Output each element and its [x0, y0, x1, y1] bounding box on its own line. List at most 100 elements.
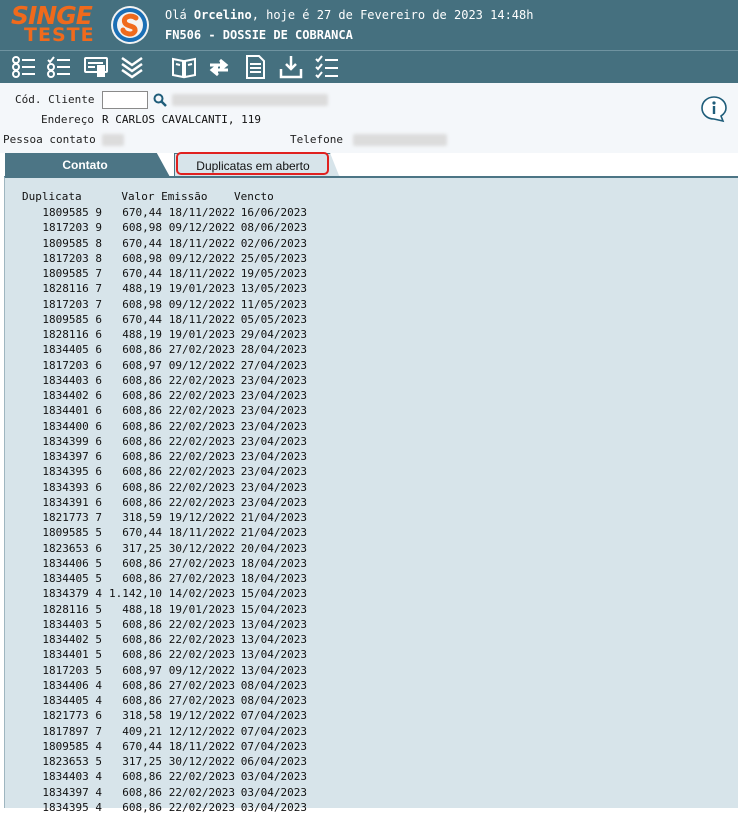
cell-duplicata: 1834400 6	[42, 419, 102, 433]
table-row[interactable]: 1834395 4 608,86 22/02/2023 03/04/2023	[22, 800, 307, 815]
tab-contato[interactable]: Contato	[5, 153, 170, 177]
book-icon[interactable]	[170, 53, 198, 81]
cell-vencto: 15/04/2023	[240, 587, 307, 601]
table-row[interactable]: 1834406 4 608,86 27/02/2023 08/04/2023	[22, 678, 307, 693]
table-row[interactable]: 1834401 5 608,86 22/02/2023 13/04/2023	[22, 647, 307, 662]
table-row[interactable]: 1834403 6 608,86 22/02/2023 23/04/2023	[22, 373, 307, 388]
cell-duplicata: 1834393 6	[42, 480, 102, 494]
table-row[interactable]: 1834405 4 608,86 27/02/2023 08/04/2023	[22, 693, 307, 708]
cell-valor: 488,18	[122, 602, 162, 616]
cell-valor: 608,86	[122, 419, 162, 433]
cell-valor: 318,59	[122, 511, 162, 524]
table-row[interactable]: 1817203 8 608,98 09/12/2022 25/05/2023	[22, 251, 307, 266]
table-row[interactable]: 1834379 4 1.142,10 14/02/2023 15/04/2023	[22, 586, 307, 601]
cell-duplicata: 1834395 6	[42, 465, 102, 479]
table-row[interactable]: 1809585 7 670,44 18/11/2022 19/05/2023	[22, 266, 307, 281]
col-vencto-header: Vencto	[233, 190, 274, 203]
table-row[interactable]: 1834391 6 608,86 22/02/2023 23/04/2023	[22, 495, 307, 510]
cell-emissao: 18/11/2022	[168, 206, 235, 219]
table-row[interactable]: 1823653 6 317,25 30/12/2022 20/04/2023	[22, 541, 307, 556]
table-row[interactable]: 1809585 8 670,44 18/11/2022 02/06/2023	[22, 236, 307, 251]
cell-duplicata: 1834397 6	[42, 450, 102, 463]
table-row[interactable]: 1834405 5 608,86 27/02/2023 18/04/2023	[22, 571, 307, 586]
table-row[interactable]: 1834402 6 608,86 22/02/2023 23/04/2023	[22, 388, 307, 403]
cell-valor: 608,86	[122, 450, 162, 463]
cell-duplicata: 1821773 6	[42, 709, 102, 723]
cell-duplicata: 1828116 6	[42, 328, 102, 341]
cell-emissao: 12/12/2022	[168, 724, 235, 738]
cell-valor: 670,44	[122, 526, 162, 540]
cell-emissao: 18/11/2022	[168, 526, 235, 540]
cell-vencto: 27/04/2023	[240, 358, 307, 372]
table-row[interactable]: 1817203 9 608,98 09/12/2022 08/06/2023	[22, 220, 307, 235]
greeting-suffix: , hoje é 27 de Fevereiro de 2023 14:48h	[251, 8, 534, 22]
cell-duplicata: 1817203 6	[42, 358, 102, 372]
document-icon[interactable]	[241, 53, 269, 81]
table-row[interactable]: 1834402 5 608,86 22/02/2023 13/04/2023	[22, 632, 307, 647]
cell-duplicata: 1809585 8	[42, 236, 102, 250]
table-row[interactable]: 1828116 6 488,19 19/01/2023 29/04/2023	[22, 327, 307, 342]
cell-emissao: 22/02/2023	[168, 770, 235, 784]
table-row[interactable]: 1823653 5 317,25 30/12/2022 06/04/2023	[22, 754, 307, 769]
table-row[interactable]: 1834403 5 608,86 22/02/2023 13/04/2023	[22, 617, 307, 632]
tab-bar: Contato Duplicatas em aberto	[0, 153, 738, 178]
cell-valor: 409,21	[122, 724, 162, 738]
table-row[interactable]: 1834395 6 608,86 22/02/2023 23/04/2023	[22, 464, 307, 479]
cell-valor: 608,86	[122, 617, 162, 631]
table-row[interactable]: 1809585 6 670,44 18/11/2022 05/05/2023	[22, 312, 307, 327]
table-row[interactable]: 1821773 6 318,58 19/12/2022 07/04/2023	[22, 708, 307, 723]
form-icon[interactable]	[82, 53, 110, 81]
cell-emissao: 22/02/2023	[168, 373, 235, 387]
cell-vencto: 02/06/2023	[240, 236, 307, 250]
singe-logo: SINGE TESTE	[8, 2, 108, 46]
list-check-icon[interactable]	[10, 53, 38, 81]
table-row[interactable]: 1834403 4 608,86 22/02/2023 03/04/2023	[22, 769, 307, 784]
cell-valor: 608,86	[122, 389, 162, 402]
info-icon[interactable]	[700, 95, 728, 123]
cell-valor: 608,86	[122, 495, 162, 509]
table-row[interactable]: 1821773 7 318,59 19/12/2022 21/04/2023	[22, 510, 307, 525]
cell-emissao: 22/02/2023	[168, 648, 235, 662]
table-row[interactable]: 1834405 6 608,86 27/02/2023 28/04/2023	[22, 342, 307, 357]
table-row[interactable]: 1834393 6 608,86 22/02/2023 23/04/2023	[22, 480, 307, 495]
table-row[interactable]: 1834401 6 608,86 22/02/2023 23/04/2023	[22, 403, 307, 418]
cell-duplicata: 1809585 4	[42, 739, 102, 753]
cell-vencto: 13/04/2023	[240, 633, 307, 646]
cell-vencto: 23/04/2023	[240, 373, 307, 387]
cell-emissao: 22/02/2023	[168, 404, 235, 418]
cod-cliente-input[interactable]	[102, 91, 148, 109]
table-row[interactable]: 1834397 6 608,86 22/02/2023 23/04/2023	[22, 449, 307, 464]
table-row[interactable]: 1817203 6 608,97 09/12/2022 27/04/2023	[22, 358, 307, 373]
cell-emissao: 22/02/2023	[168, 633, 235, 646]
cod-cliente-label: Cód. Cliente	[15, 93, 95, 106]
table-row[interactable]: 1817203 7 608,98 09/12/2022 11/05/2023	[22, 297, 307, 312]
search-icon[interactable]	[153, 92, 167, 107]
table-row[interactable]: 1817203 5 608,97 09/12/2022 13/04/2023	[22, 663, 307, 678]
table-row[interactable]: 1809585 4 670,44 18/11/2022 07/04/2023	[22, 739, 307, 754]
cell-valor: 608,98	[122, 251, 162, 265]
cell-vencto: 25/05/2023	[240, 251, 307, 265]
table-row[interactable]: 1828116 5 488,18 19/01/2023 15/04/2023	[22, 602, 307, 617]
table-row[interactable]: 1834406 5 608,86 27/02/2023 18/04/2023	[22, 556, 307, 571]
table-row[interactable]: 1828116 7 488,19 19/01/2023 13/05/2023	[22, 281, 307, 296]
cell-valor: 670,44	[122, 312, 162, 326]
cell-vencto: 11/05/2023	[240, 297, 307, 311]
cell-duplicata: 1834403 6	[42, 373, 102, 387]
logo-bottom-text: TESTE	[24, 24, 95, 46]
cell-vencto: 23/04/2023	[240, 480, 307, 494]
collapse-chevrons-icon[interactable]	[118, 53, 146, 81]
table-row[interactable]: 1809585 5 670,44 18/11/2022 21/04/2023	[22, 525, 307, 540]
cell-duplicata: 1834397 4	[42, 785, 102, 799]
tasks-icon[interactable]	[313, 53, 341, 81]
table-row[interactable]: 1834400 6 608,86 22/02/2023 23/04/2023	[22, 419, 307, 434]
app-header: SINGE TESTE Olá Orcelino, hoje é 27 de F…	[0, 0, 738, 50]
cell-valor: 608,86	[122, 434, 162, 448]
download-icon[interactable]	[277, 53, 305, 81]
table-row[interactable]: 1834397 4 608,86 22/02/2023 03/04/2023	[22, 785, 307, 800]
refresh-icon[interactable]	[205, 53, 233, 81]
checklist-icon[interactable]	[45, 53, 73, 81]
table-row[interactable]: 1817897 7 409,21 12/12/2022 07/04/2023	[22, 724, 307, 739]
cell-valor: 608,86	[122, 465, 162, 479]
table-row[interactable]: 1834399 6 608,86 22/02/2023 23/04/2023	[22, 434, 307, 449]
table-row[interactable]: 1809585 9 670,44 18/11/2022 16/06/2023	[22, 205, 307, 220]
